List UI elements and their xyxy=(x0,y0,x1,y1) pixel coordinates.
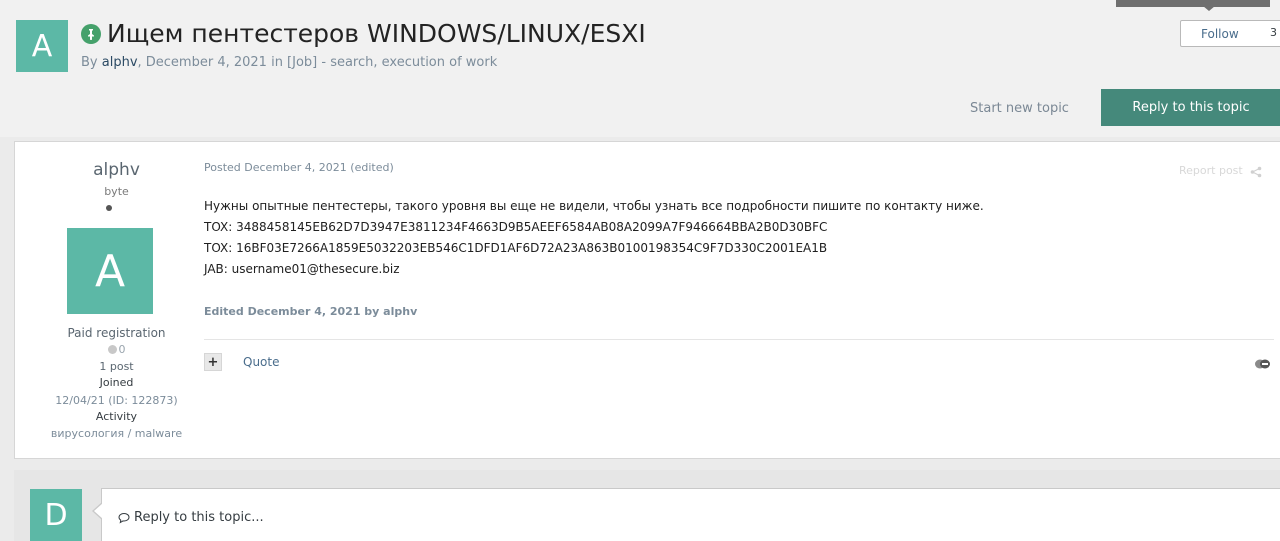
reputation-badge: 0 xyxy=(15,343,218,356)
post-line: JAB: username01@thesecure.biz xyxy=(204,262,400,276)
byline-details[interactable]: , December 4, 2021 in [Job] - search, ex… xyxy=(138,55,498,70)
quick-reply-area: D Reply to this topic... xyxy=(14,470,1280,541)
joined-value: 12/04/21 (ID: 122873) xyxy=(55,394,178,407)
current-user-avatar[interactable]: D xyxy=(30,489,82,541)
post-count: 1 post xyxy=(99,360,134,373)
avatar[interactable]: A xyxy=(67,228,153,314)
follow-label: Follow xyxy=(1201,26,1239,41)
joined-label: Joined xyxy=(99,376,134,389)
page-title: Ищем пентестеров WINDOWS/LINUX/ESXI xyxy=(107,19,646,48)
post-author-name[interactable]: alphv xyxy=(15,160,218,180)
reply-placeholder-text: Reply to this topic... xyxy=(134,510,264,525)
post-date[interactable]: Posted December 4, 2021 (edited) xyxy=(204,161,394,174)
topic-byline: By alphv, December 4, 2021 in [Job] - se… xyxy=(81,55,497,70)
comment-icon xyxy=(118,512,130,524)
reply-box-pointer-fill xyxy=(94,503,103,519)
author-panel: alphv byte A Paid registration 0 1 post … xyxy=(15,142,195,460)
current-user-avatar-letter: D xyxy=(44,497,68,533)
multiquote-button[interactable]: + xyxy=(204,353,222,371)
tooltip-bar xyxy=(1116,0,1270,7)
post-content: Нужны опытные пентестеры, такого уровня … xyxy=(204,196,984,280)
online-status-icon xyxy=(106,205,112,211)
topic-author-avatar[interactable]: A xyxy=(16,20,68,72)
tooltip-arrow xyxy=(1203,6,1215,11)
topic-author-link[interactable]: alphv xyxy=(102,55,138,70)
post-line: Нужны опытные пентестеры, такого уровня … xyxy=(204,199,984,213)
post-divider xyxy=(204,339,1274,340)
author-rank: byte xyxy=(104,185,129,198)
reputation-icon xyxy=(107,345,117,354)
topic-avatar-letter: A xyxy=(31,28,53,64)
reply-placeholder[interactable]: Reply to this topic... xyxy=(118,510,264,525)
avatar-letter: A xyxy=(94,245,126,297)
activity-label: Activity xyxy=(95,410,138,423)
byline-prefix: By xyxy=(81,55,102,70)
post-line: TOX: 3488458145EB62D7D3947E3811234F4663D… xyxy=(204,220,828,234)
reply-to-topic-button[interactable]: Reply to this topic xyxy=(1101,89,1280,126)
reputation-value: 0 xyxy=(118,343,126,356)
reaction-icon[interactable] xyxy=(1254,359,1272,369)
share-icon[interactable] xyxy=(1250,166,1262,178)
edited-note: Edited December 4, 2021 by alphv xyxy=(204,305,418,318)
quote-button[interactable]: Quote xyxy=(243,355,279,369)
post-line: TOX: 16BF03E7266A1859E5032203EB546C1DFD1… xyxy=(204,241,828,255)
post: alphv byte A Paid registration 0 1 post … xyxy=(14,141,1280,459)
follow-count: 3 xyxy=(1270,26,1277,39)
start-new-topic-link[interactable]: Start new topic xyxy=(970,101,1069,116)
pin-icon xyxy=(81,24,101,44)
activity-value: вирусология / malware xyxy=(50,427,183,440)
member-group: Paid registration xyxy=(67,326,166,340)
report-post-link[interactable]: Report post xyxy=(1179,164,1243,177)
follow-button[interactable]: Follow xyxy=(1180,20,1280,47)
reply-editor[interactable]: Reply to this topic... xyxy=(101,488,1280,541)
